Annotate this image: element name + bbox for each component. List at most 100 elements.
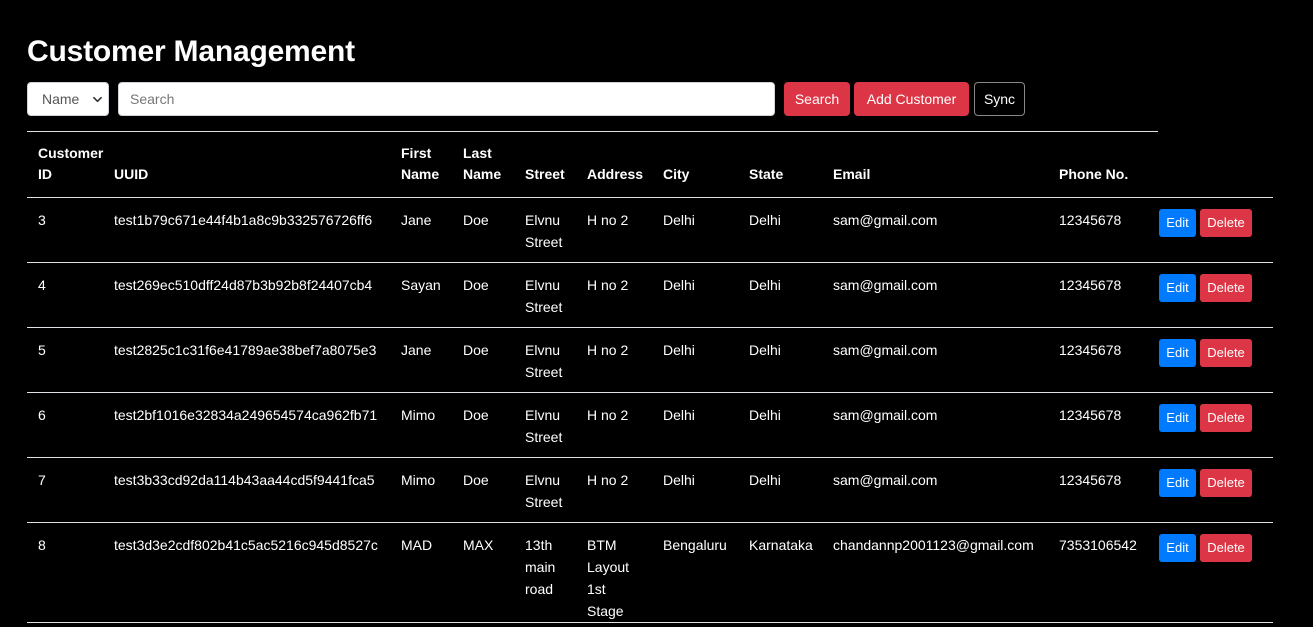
cell-last-name: Doe	[463, 276, 489, 293]
row-actions: Edit Delete	[1159, 273, 1273, 302]
cell-actions: Edit Delete	[1159, 522, 1273, 622]
cell-street-line: Elvnu	[525, 406, 561, 423]
add-customer-button[interactable]: Add Customer	[854, 82, 969, 116]
edit-button[interactable]: Edit	[1159, 208, 1196, 237]
cell-uuid: test3b33cd92da114b43aa44cd5f9441fca5	[114, 471, 375, 488]
customer-management-page: Customer Management Name Search Add Cust…	[0, 0, 1313, 627]
table-row: 5 test2825c1c31f6e41789ae38bef7a8075e3 Jan…	[27, 327, 1273, 392]
cell-address-line: H no 2	[587, 406, 629, 423]
cell-city: Delhi	[663, 276, 695, 293]
cell-address-line: H no 2	[587, 211, 629, 228]
cell-street: Elvnu Street	[525, 262, 587, 327]
cell-first-name: Sayan	[401, 276, 441, 293]
cell-city: Delhi	[663, 471, 695, 488]
delete-button[interactable]: Delete	[1200, 468, 1252, 497]
cell-street-line: 13th	[525, 536, 553, 553]
edit-button[interactable]: Edit	[1159, 403, 1196, 432]
header-phone: Phone No.	[1059, 132, 1159, 198]
delete-button[interactable]: Delete	[1200, 403, 1252, 432]
cell-state: Delhi	[749, 406, 781, 423]
search-input[interactable]	[118, 82, 775, 116]
cell-first-name: Jane	[401, 341, 432, 358]
cell-address: BTM Layout 1st Stage	[587, 522, 663, 622]
cell-state: Delhi	[749, 471, 781, 488]
cell-address: H no 2	[587, 392, 663, 457]
header-first-name-line2: Name	[401, 165, 440, 182]
cell-street: 13th main road	[525, 522, 587, 622]
cell-street-line: Elvnu	[525, 341, 561, 358]
row-actions: Edit Delete	[1159, 403, 1273, 432]
cell-address-line: BTM	[587, 536, 617, 553]
header-customer-id: Customer ID	[27, 132, 114, 198]
cell-email: sam@gmail.com	[833, 276, 938, 293]
cell-city: Bengaluru	[663, 536, 727, 553]
header-customer-id-line2: ID	[38, 165, 52, 182]
cell-email: sam@gmail.com	[833, 211, 938, 228]
row-actions: Edit Delete	[1159, 533, 1273, 562]
cell-email: sam@gmail.com	[833, 341, 938, 358]
cell-first-name: Mimo	[401, 471, 436, 488]
cell-address-line: H no 2	[587, 341, 629, 358]
header-last-name-line1: Last	[463, 144, 492, 161]
table-row: 7 test3b33cd92da114b43aa44cd5f9441fca5 Mim…	[27, 457, 1273, 522]
cell-city: Delhi	[663, 341, 695, 358]
edit-button[interactable]: Edit	[1159, 338, 1196, 367]
edit-button[interactable]: Edit	[1159, 273, 1196, 302]
cell-last-name: MAX	[463, 536, 494, 553]
edit-button[interactable]: Edit	[1159, 468, 1196, 497]
cell-address: H no 2	[587, 457, 663, 522]
header-address: Address	[587, 132, 663, 198]
delete-button[interactable]: Delete	[1200, 273, 1252, 302]
cell-phone: 12345678	[1059, 341, 1122, 358]
cell-uuid: test3d3e2cdf802b41c5ac5216c945d8527c	[114, 536, 378, 553]
cell-actions: Edit Delete	[1159, 327, 1273, 392]
cell-phone: 12345678	[1059, 406, 1122, 423]
cell-actions: Edit Delete	[1159, 197, 1273, 262]
cell-last-name: Doe	[463, 471, 489, 488]
cell-phone: 12345678	[1059, 276, 1122, 293]
cell-last-name: Doe	[463, 341, 489, 358]
filter-select[interactable]: Name	[27, 82, 109, 116]
header-customer-id-line1: Customer	[38, 144, 104, 161]
cell-customer-id: 6	[38, 406, 46, 423]
delete-button[interactable]: Delete	[1200, 208, 1252, 237]
cell-actions: Edit Delete	[1159, 457, 1273, 522]
cell-street-line: Elvnu	[525, 276, 561, 293]
cell-street-line: Street	[525, 363, 563, 380]
cell-street-line: Elvnu	[525, 211, 561, 228]
table-row: 6 test2bf1016e32834a249654574ca962fb71 Mim…	[27, 392, 1273, 457]
cell-customer-id: 4	[38, 276, 46, 293]
cell-phone: 7353106542	[1059, 536, 1137, 553]
search-toolbar: Name Search Add Customer Sync	[27, 82, 1025, 116]
header-street: Street	[525, 132, 587, 198]
cell-state: Karnataka	[749, 536, 813, 553]
delete-button[interactable]: Delete	[1200, 533, 1252, 562]
cell-street: Elvnu Street	[525, 197, 587, 262]
cell-address-line: H no 2	[587, 471, 629, 488]
cell-state: Delhi	[749, 341, 781, 358]
cell-customer-id: 3	[38, 211, 46, 228]
cell-first-name: Jane	[401, 211, 432, 228]
cell-state: Delhi	[749, 211, 781, 228]
header-first-name: First Name	[401, 132, 463, 198]
cell-customer-id: 5	[38, 341, 46, 358]
table-header-row: Customer ID UUID First Name Last Name St…	[27, 132, 1273, 198]
cell-street-line: main	[525, 558, 556, 575]
search-button[interactable]: Search	[784, 82, 850, 116]
sync-button[interactable]: Sync	[974, 82, 1025, 116]
header-uuid: UUID	[114, 132, 401, 198]
cell-address-line: 1st	[587, 580, 606, 597]
cell-phone: 12345678	[1059, 471, 1122, 488]
cell-uuid: test269ec510dff24d87b3b92b8f24407cb4	[114, 276, 373, 293]
header-actions	[1159, 132, 1273, 198]
row-actions: Edit Delete	[1159, 338, 1273, 367]
cell-street-line: Street	[525, 298, 563, 315]
cell-address-line: Stage	[587, 602, 624, 619]
cell-uuid: test1b79c671e44f4b1a8c9b332576726ff6	[114, 211, 373, 228]
cell-first-name: Mimo	[401, 406, 436, 423]
delete-button[interactable]: Delete	[1200, 338, 1252, 367]
cell-address: H no 2	[587, 327, 663, 392]
row-actions: Edit Delete	[1159, 468, 1273, 497]
edit-button[interactable]: Edit	[1159, 533, 1196, 562]
cell-uuid: test2825c1c31f6e41789ae38bef7a8075e3	[114, 341, 377, 358]
